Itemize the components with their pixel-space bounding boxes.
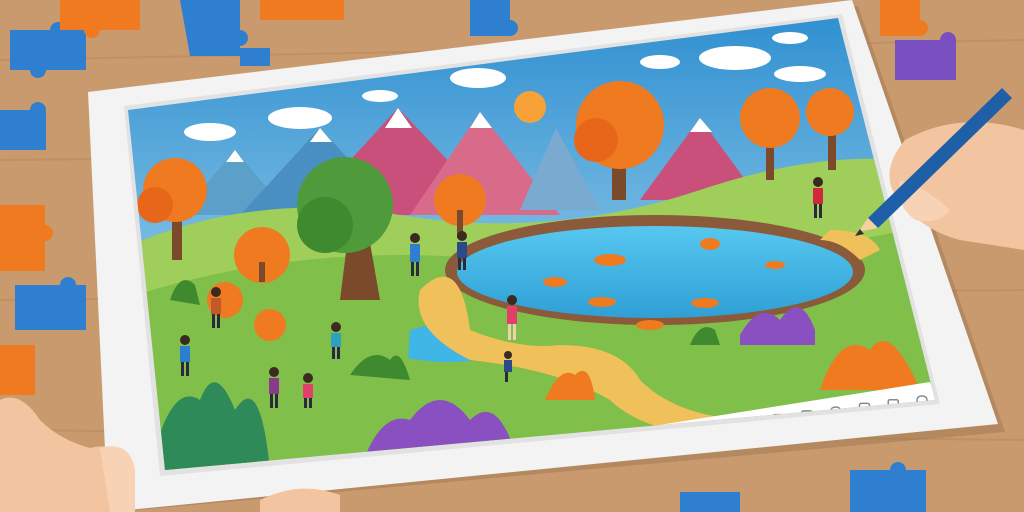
puzzle-piece-icon[interactable] — [260, 0, 344, 20]
pond — [457, 226, 853, 318]
puzzle-piece-icon[interactable] — [180, 0, 248, 56]
puzzle-piece-icon[interactable] — [680, 492, 740, 512]
puzzle-piece-icon[interactable] — [10, 22, 86, 78]
scene — [0, 0, 1024, 512]
sun — [514, 91, 546, 123]
puzzle-piece-icon[interactable] — [0, 345, 35, 395]
puzzle-piece-icon[interactable] — [240, 48, 270, 66]
